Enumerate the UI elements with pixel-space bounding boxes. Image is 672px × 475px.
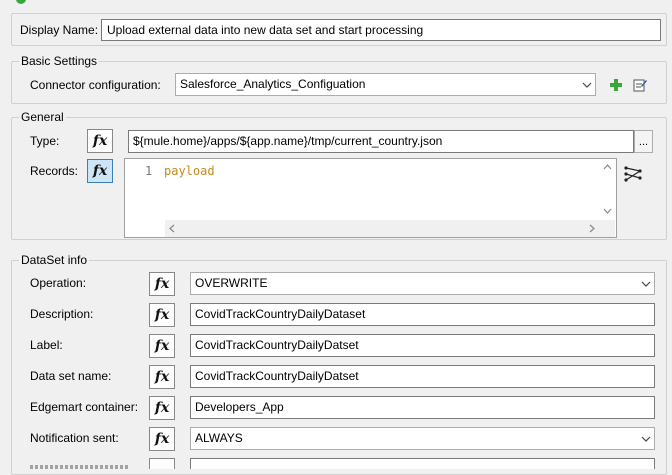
description-input[interactable]: CovidTrackCountryDailyDataset — [190, 303, 655, 326]
label-label: Label: — [30, 338, 63, 352]
basic-settings-legend: Basic Settings — [19, 54, 100, 68]
dataset-name-label: Data set name: — [30, 369, 112, 383]
connector-configuration-value: Salesforce_Analytics_Configuation — [180, 77, 366, 91]
label-fx-button[interactable]: fx — [149, 334, 175, 358]
notification-sent-select[interactable]: ALWAYS — [190, 427, 655, 450]
next-row-label-partial — [30, 462, 130, 469]
scroll-up-icon[interactable] — [603, 164, 612, 170]
edgemart-container-fx-button[interactable]: fx — [149, 396, 175, 420]
chevron-down-icon — [637, 428, 654, 449]
general-legend: General — [19, 110, 66, 124]
type-input[interactable]: ${mule.home}/apps/${app.name}/tmp/curren… — [128, 130, 634, 153]
notification-sent-fx-button[interactable]: fx — [149, 427, 175, 451]
display-name-input[interactable]: Upload external data into new data set a… — [101, 19, 661, 41]
horizontal-scrollbar[interactable] — [165, 220, 615, 237]
type-label: Type: — [30, 134, 60, 148]
type-fx-button[interactable]: fx — [87, 129, 113, 153]
vertical-scrollbar[interactable] — [599, 159, 616, 220]
description-fx-button[interactable]: fx — [149, 303, 175, 327]
chevron-down-icon — [578, 74, 595, 95]
line-number: 1 — [145, 164, 153, 178]
chevron-down-icon — [637, 273, 654, 294]
dataset-name-fx-button[interactable]: fx — [149, 365, 175, 389]
records-fx-button[interactable]: fx — [87, 159, 113, 183]
display-name-label: Display Name: — [20, 23, 99, 37]
scroll-left-icon[interactable] — [169, 224, 175, 233]
records-code-editor[interactable]: 1 payload — [124, 158, 617, 238]
notification-sent-label: Notification sent: — [30, 431, 119, 445]
records-label: Records: — [30, 164, 79, 178]
next-row-fx-button[interactable] — [149, 458, 175, 469]
description-label: Description: — [30, 307, 94, 321]
operation-fx-button[interactable]: fx — [149, 272, 175, 296]
operation-value: OVERWRITE — [195, 276, 268, 290]
type-browse-button[interactable]: ... — [634, 130, 653, 153]
datamapper-icon[interactable] — [624, 165, 642, 183]
status-indicator — [16, 0, 26, 4]
plus-icon[interactable] — [607, 76, 625, 94]
edit-icon[interactable] — [631, 76, 649, 94]
next-row-input-partial[interactable] — [190, 458, 655, 469]
notification-sent-value: ALWAYS — [195, 431, 243, 445]
label-input[interactable]: CovidTrackCountryDailyDatset — [190, 334, 655, 357]
records-code-text: payload — [164, 164, 215, 178]
scroll-down-icon[interactable] — [603, 208, 612, 214]
connector-configuration-select[interactable]: Salesforce_Analytics_Configuation — [175, 73, 596, 96]
dataset-name-input[interactable]: CovidTrackCountryDailyDatset — [190, 365, 655, 388]
scroll-right-icon[interactable] — [589, 224, 595, 233]
operation-select[interactable]: OVERWRITE — [190, 272, 655, 295]
dataset-info-legend: DataSet info — [19, 253, 90, 267]
edgemart-container-input[interactable]: Developers_App — [190, 396, 655, 419]
operation-label: Operation: — [30, 276, 87, 290]
edgemart-container-label: Edgemart container: — [30, 400, 139, 414]
connector-configuration-label: Connector configuration: — [30, 78, 161, 92]
